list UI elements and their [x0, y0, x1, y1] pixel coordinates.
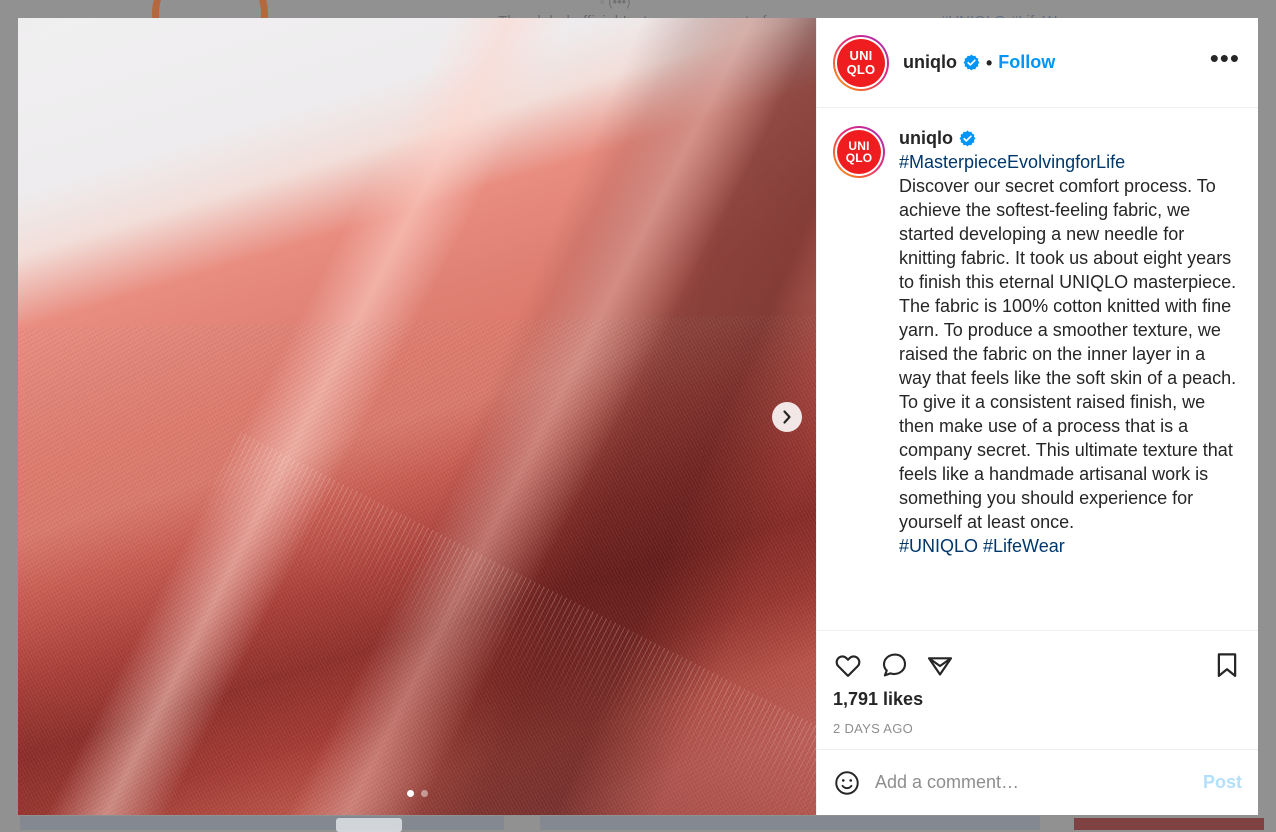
caption-username[interactable]: uniqlo	[899, 128, 953, 149]
bookmark-icon	[1217, 653, 1237, 677]
save-button[interactable]	[1212, 650, 1242, 680]
caption-hashtag-top[interactable]: #MasterpieceEvolvingforLife	[899, 152, 1125, 172]
header-meta: uniqlo • Follow	[903, 52, 1208, 73]
caption-scroll-area[interactable]: UNI QLO uniqlo #MasterpieceEvolvingforLi…	[817, 108, 1258, 630]
caption-avatar-inner: UNI QLO	[835, 128, 883, 176]
share-button[interactable]	[925, 650, 955, 680]
post-side-panel: UNI QLO uniqlo • Follow ••• UNI QLO uniq…	[816, 18, 1258, 815]
caption-avatar[interactable]: UNI QLO	[833, 126, 885, 178]
share-paper-plane-icon	[927, 657, 953, 676]
heart-icon	[835, 655, 861, 677]
emoji-picker-button[interactable]	[833, 769, 861, 797]
header-separator: •	[985, 52, 993, 73]
post-comment-button[interactable]: Post	[1203, 772, 1242, 793]
follow-button[interactable]: Follow	[998, 52, 1055, 73]
chevron-right-icon	[783, 409, 791, 424]
caption-paragraph: Discover our secret comfort process. To …	[899, 176, 1237, 532]
avatar[interactable]: UNI QLO	[833, 34, 889, 91]
avatar-inner: UNI QLO	[835, 36, 887, 89]
comment-bubble-icon	[882, 653, 907, 677]
like-button[interactable]	[833, 650, 863, 680]
comment-button[interactable]	[879, 650, 909, 680]
verified-badge-icon	[959, 130, 976, 147]
uniqlo-logo-icon: UNI QLO	[837, 38, 885, 87]
carousel-dot-2[interactable]	[420, 790, 428, 797]
action-bar: 1,791 likes 2 DAYS AGO	[817, 630, 1258, 749]
post-header: UNI QLO uniqlo • Follow •••	[817, 18, 1258, 108]
carousel-next-button[interactable]	[772, 401, 802, 432]
avatar-label-top: UNI	[849, 48, 873, 64]
comment-input[interactable]	[875, 772, 1189, 793]
caption-hashtags-bottom[interactable]: #UNIQLO #LifeWear	[899, 536, 1065, 556]
background-chip	[336, 818, 402, 832]
post-timestamp: 2 DAYS AGO	[833, 721, 914, 736]
carousel-indicator	[18, 790, 816, 797]
more-options-button[interactable]: •••	[1208, 45, 1242, 81]
likes-count[interactable]: 1,791 likes	[833, 689, 1242, 710]
post-modal: UNI QLO uniqlo • Follow ••• UNI QLO uniq…	[18, 18, 1258, 815]
background-strip-right	[1074, 818, 1264, 830]
photo-vignette	[18, 18, 816, 815]
verified-badge-icon	[963, 54, 980, 71]
emoji-smiley-icon	[835, 770, 859, 795]
background-ghost-text-0: ◦ (•••)	[600, 0, 631, 9]
caption-text: #MasterpieceEvolvingforLife Discover our…	[899, 150, 1242, 558]
avatar-label-bottom: QLO	[846, 61, 876, 77]
comment-composer: Post	[817, 749, 1258, 815]
header-username[interactable]: uniqlo	[903, 52, 957, 73]
caption-user-row: uniqlo	[899, 128, 1242, 149]
post-media[interactable]	[18, 18, 816, 815]
carousel-dot-1[interactable]	[406, 790, 414, 797]
background-strip-middle	[540, 816, 1040, 830]
action-icons	[833, 641, 1242, 689]
avatar-label-bottom: QLO	[845, 151, 873, 165]
caption-body: uniqlo #MasterpieceEvolvingforLife Disco…	[899, 126, 1242, 630]
background-strip-left	[20, 816, 504, 830]
uniqlo-logo-icon: UNI QLO	[837, 130, 881, 174]
